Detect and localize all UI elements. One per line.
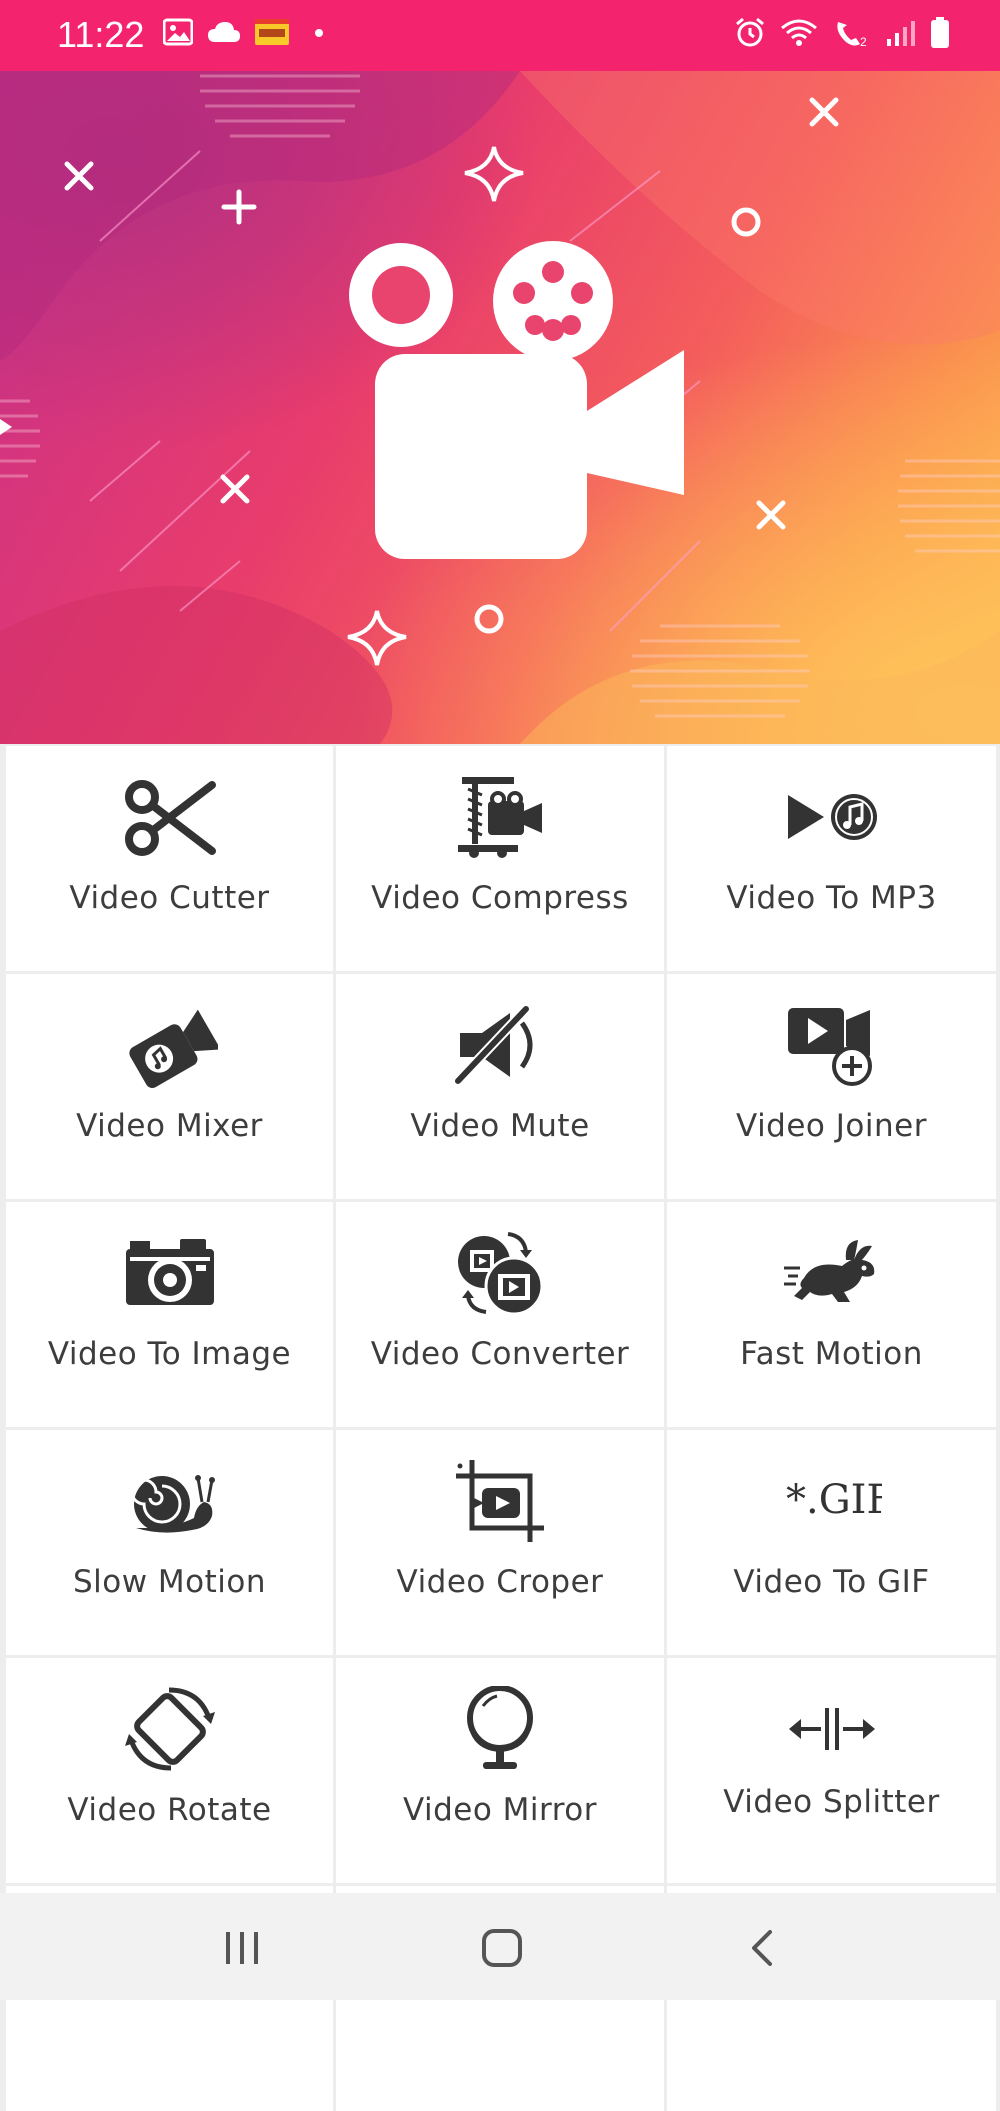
camera-icon [120, 1230, 220, 1316]
tool-label: Slow Motion [72, 1564, 267, 1600]
movie-camera-icon [349, 241, 684, 559]
wifi-icon [780, 18, 818, 53]
tool-video-mute[interactable]: Video Mute [336, 974, 664, 1199]
battery-icon [930, 17, 950, 54]
tool-label: Video Rotate [67, 1792, 272, 1828]
mute-speaker-icon [450, 1002, 550, 1088]
tool-label: Video To GIF [733, 1564, 930, 1600]
tool-label: Video Joiner [736, 1108, 927, 1144]
tool-label: Video Cutter [69, 880, 270, 916]
tool-label: Video Mirror [402, 1792, 598, 1828]
tool-label: Video Converter [370, 1336, 630, 1372]
video-add-icon [782, 1002, 882, 1088]
tool-label: Fast Motion [740, 1336, 923, 1372]
home-icon[interactable] [472, 1923, 532, 1973]
tool-video-to-gif[interactable]: *.GIF Video To GIF [667, 1430, 996, 1655]
back-icon[interactable] [733, 1923, 793, 1973]
mirror-icon [450, 1686, 550, 1772]
tool-label: Video Compress [371, 880, 629, 916]
tool-label: Video To MP3 [726, 880, 937, 916]
play-music-icon [782, 774, 882, 860]
svg-text:2: 2 [860, 35, 867, 48]
tool-label: Video To Image [47, 1336, 292, 1372]
tool-video-compress[interactable]: Video Compress [336, 746, 664, 971]
tool-label: Video Splitter [723, 1784, 940, 1820]
tool-fast-motion[interactable]: Fast Motion [667, 1202, 996, 1427]
signal-icon [886, 19, 916, 52]
scissors-icon [120, 774, 220, 860]
crop-video-icon [450, 1458, 550, 1544]
navigation-bar [0, 1893, 1000, 2000]
image-icon [162, 18, 194, 51]
tool-video-mixer[interactable]: Video Mixer [6, 974, 333, 1199]
tool-label: Video Mixer [76, 1108, 263, 1144]
tool-slow-motion[interactable]: Slow Motion [6, 1430, 333, 1655]
tool-video-to-mp3[interactable]: Video To MP3 [667, 746, 996, 971]
rabbit-icon [782, 1230, 882, 1316]
tool-video-to-image[interactable]: Video To Image [6, 1202, 333, 1427]
tool-video-splitter[interactable]: Video Splitter [667, 1658, 996, 1883]
recent-apps-icon[interactable] [212, 1923, 272, 1973]
cloud-icon [207, 21, 241, 48]
compress-camera-icon [450, 774, 550, 860]
tool-video-croper[interactable]: Video Croper [336, 1430, 664, 1655]
tool-video-rotate[interactable]: Video Rotate [6, 1658, 333, 1883]
status-right-icons: 2 [734, 17, 950, 54]
call-icon: 2 [832, 18, 872, 53]
music-camera-icon [120, 1002, 220, 1088]
tool-video-mirror[interactable]: Video Mirror [336, 1658, 664, 1883]
gif-icon: *.GIF [782, 1458, 882, 1544]
status-left-icons [162, 18, 327, 51]
convert-film-icon [450, 1230, 550, 1316]
hero-banner [0, 71, 1000, 744]
hero-decoration [0, 71, 1000, 744]
dot-icon [303, 26, 327, 44]
tool-label: Video Croper [396, 1564, 604, 1600]
tool-video-joiner[interactable]: Video Joiner [667, 974, 996, 1199]
app-badge-icon [255, 19, 289, 50]
alarm-icon [734, 17, 766, 54]
snail-icon [120, 1458, 220, 1544]
tool-video-converter[interactable]: Video Converter [336, 1202, 664, 1427]
svg-text:*.GIF: *.GIF [786, 1477, 882, 1523]
status-bar: 11:22 2 [0, 0, 1000, 71]
tools-grid: Video Cutter Video Compress Video To MP3… [6, 746, 996, 2111]
split-icon [782, 1686, 882, 1772]
rotate-icon [120, 1686, 220, 1772]
tool-label: Video Mute [410, 1108, 590, 1144]
status-time: 11:22 [57, 14, 145, 55]
tool-video-cutter[interactable]: Video Cutter [6, 746, 333, 971]
